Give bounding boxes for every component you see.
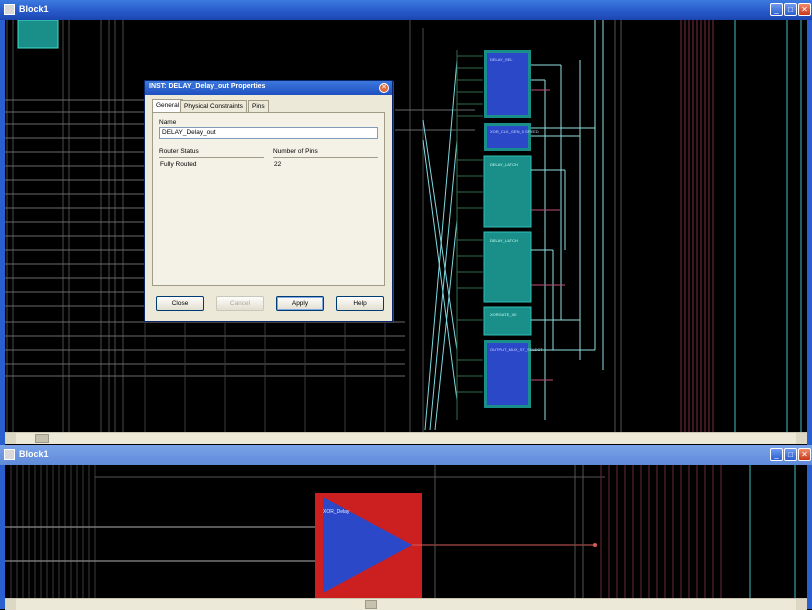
top-window-titlebar[interactable]: Block1 _ □ ✕ (0, 0, 812, 20)
zoomed-left-bus (10, 465, 96, 598)
cancel-button[interactable]: Cancel (216, 296, 264, 311)
window-app-icon (4, 449, 15, 460)
bottom-window-titlebar[interactable]: Block1 _ □ ✕ (0, 445, 812, 465)
scroll-right-button[interactable] (796, 433, 807, 444)
block-label: XOR_CLK_GEN_0 SPEED (490, 129, 539, 134)
zoomed-mid-bus (434, 465, 584, 598)
block-label: DELAY_LATCH (490, 238, 518, 243)
schematic-block-delay-latch-1[interactable]: DELAY_LATCH (483, 155, 532, 228)
router-status-label: Router Status (159, 148, 199, 155)
output-junction (593, 543, 597, 547)
dialog-titlebar[interactable]: INST: DELAY_Delay_out Properties ✕ (145, 81, 392, 95)
bottom-horizontal-scrollbar[interactable] (5, 598, 807, 610)
tab-general[interactable]: General (152, 99, 184, 112)
inst-properties-dialog: INST: DELAY_Delay_out Properties ✕ Gener… (144, 80, 393, 322)
zoomed-input-wires (5, 526, 315, 562)
schematic-block-xorgate[interactable]: XORGATE_X0 (483, 306, 532, 336)
close-button[interactable]: ✕ (798, 448, 811, 461)
zoomed-right-bus (600, 465, 722, 598)
module-label: XOR_Delay (323, 509, 350, 515)
minimize-button[interactable]: _ (770, 3, 783, 16)
scroll-left-button[interactable] (5, 599, 16, 610)
bottom-window-title: Block1 (19, 449, 49, 459)
name-field[interactable]: DELAY_Delay_out (159, 127, 378, 139)
dialog-title: INST: DELAY_Delay_out Properties (149, 83, 266, 90)
schematic-port-block[interactable] (17, 20, 59, 49)
window-app-icon (4, 4, 15, 15)
apply-button[interactable]: Apply (276, 296, 324, 311)
right-bus-lines (614, 20, 622, 432)
schematic-drawing: DELAY_SEL XOR_CLK_GEN_0 SPEED DELAY_LATC… (5, 20, 802, 432)
maximize-button[interactable]: □ (784, 448, 797, 461)
general-tab-panel: Name DELAY_Delay_out Router Status Numbe… (152, 112, 385, 286)
pins-divider (273, 157, 378, 158)
block-input-bus (456, 50, 483, 420)
close-dialog-button[interactable]: Close (156, 296, 204, 311)
schematic-block-clk-gen[interactable]: XOR_CLK_GEN_0 SPEED (484, 123, 539, 151)
scroll-left-button[interactable] (5, 433, 16, 444)
close-button[interactable]: ✕ (798, 3, 811, 16)
bottom-schematic-window: Block1 _ □ ✕ XOR_Delay (0, 445, 812, 610)
scroll-thumb[interactable] (365, 600, 377, 609)
router-status-divider (159, 157, 264, 158)
schematic-block-delay-latch-2[interactable]: DELAY_LATCH (483, 231, 532, 303)
router-status-value: Fully Routed (160, 161, 197, 168)
right-pink-bus (680, 20, 714, 432)
block-label: XORGATE_X0 (490, 312, 517, 317)
block-output-wires (531, 20, 604, 420)
top-horizontal-scrollbar[interactable] (5, 432, 807, 444)
top-window-title: Block1 (19, 4, 49, 14)
zoomed-schematic-drawing: XOR_Delay (5, 465, 796, 598)
help-button[interactable]: Help (336, 296, 384, 311)
scroll-thumb[interactable] (35, 434, 49, 443)
window-frame-right (807, 465, 812, 609)
pins-value: 22 (274, 161, 282, 168)
right-edge-wires (734, 20, 802, 432)
diagonal-nets (422, 59, 458, 431)
maximize-button[interactable]: □ (784, 3, 797, 16)
schematic-canvas[interactable]: DELAY_SEL XOR_CLK_GEN_0 SPEED DELAY_LATC… (5, 20, 807, 432)
top-schematic-window: Block1 _ □ ✕ DELAY_SEL XOR_CLK_GEN_0 SPE… (0, 0, 812, 445)
dialog-close-button[interactable]: ✕ (379, 83, 389, 93)
tab-pins[interactable]: Pins (248, 100, 269, 112)
scroll-right-button[interactable] (796, 599, 807, 610)
block-label: DELAY_LATCH (490, 162, 518, 167)
minimize-button[interactable]: _ (770, 448, 783, 461)
xor-delay-module[interactable]: XOR_Delay (315, 493, 422, 598)
schematic-block-delay-sel[interactable]: DELAY_SEL (484, 50, 531, 118)
zoomed-schematic-canvas[interactable]: XOR_Delay (5, 465, 807, 598)
tab-physical-constraints[interactable]: Physical Constraints (180, 100, 247, 112)
window-frame-right (807, 20, 812, 445)
name-label: Name (159, 119, 177, 126)
zoomed-right-edge-wires (749, 465, 796, 598)
block-label: DELAY_SEL (490, 57, 513, 62)
pins-label: Number of Pins (273, 148, 318, 155)
